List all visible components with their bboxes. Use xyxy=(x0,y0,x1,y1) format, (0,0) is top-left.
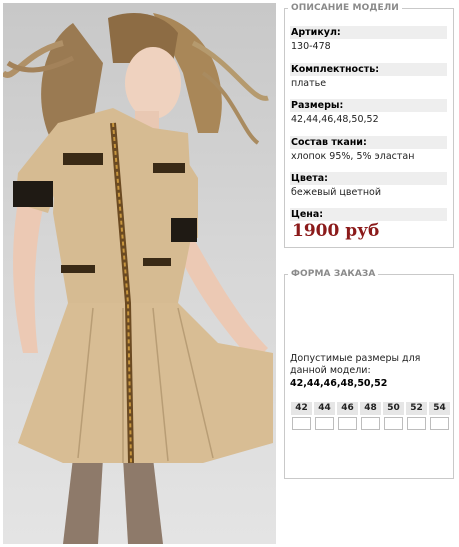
size-quantity-input-42[interactable] xyxy=(292,417,311,430)
size-quantity-input-48[interactable] xyxy=(361,417,380,430)
order-legend: ФОРМА ЗАКАЗА xyxy=(288,269,379,280)
size-header-48: 48 xyxy=(360,402,381,415)
fabric-label: Состав ткани: xyxy=(290,136,447,149)
order-form-panel: ФОРМА ЗАКАЗА Допустимые размеры для данн… xyxy=(284,269,454,479)
size-header-42: 42 xyxy=(291,402,312,415)
size-quantity-input-52[interactable] xyxy=(407,417,426,430)
model-description-panel: ОПИСАНИЕ МОДЕЛИ Артикул: 130-478 Комплек… xyxy=(284,3,454,248)
size-quantity-input-54[interactable] xyxy=(430,417,449,430)
size-header-54: 54 xyxy=(429,402,450,415)
allowed-sizes-text: Допустимые размеры для данной модели: xyxy=(290,353,421,376)
description-legend: ОПИСАНИЕ МОДЕЛИ xyxy=(288,3,402,14)
set-label: Комплектность: xyxy=(290,63,447,76)
article-label: Артикул: xyxy=(290,26,447,39)
size-quantity-input-44[interactable] xyxy=(315,417,334,430)
set-value: платье xyxy=(291,78,327,89)
article-value: 130-478 xyxy=(291,41,331,52)
fabric-value: хлопок 95%, 5% эластан xyxy=(291,151,415,162)
colors-label: Цвета: xyxy=(290,172,447,185)
size-header-52: 52 xyxy=(406,402,427,415)
allowed-sizes-list: 42,44,46,48,50,52 xyxy=(290,378,388,389)
colors-value: бежевый цветной xyxy=(291,187,382,198)
size-header-46: 46 xyxy=(337,402,358,415)
size-header-44: 44 xyxy=(314,402,335,415)
size-header-50: 50 xyxy=(383,402,404,415)
size-quantity-input-50[interactable] xyxy=(384,417,403,430)
model-illustration xyxy=(3,13,273,544)
product-photo xyxy=(3,3,276,544)
price-value: 1900 руб xyxy=(292,221,380,241)
size-grid: 42 44 46 48 50 52 54 xyxy=(291,402,450,430)
size-quantity-input-46[interactable] xyxy=(338,417,357,430)
sizes-label: Размеры: xyxy=(290,99,447,112)
sizes-value: 42,44,46,48,50,52 xyxy=(291,114,379,125)
price-label: Цена: xyxy=(290,208,447,221)
